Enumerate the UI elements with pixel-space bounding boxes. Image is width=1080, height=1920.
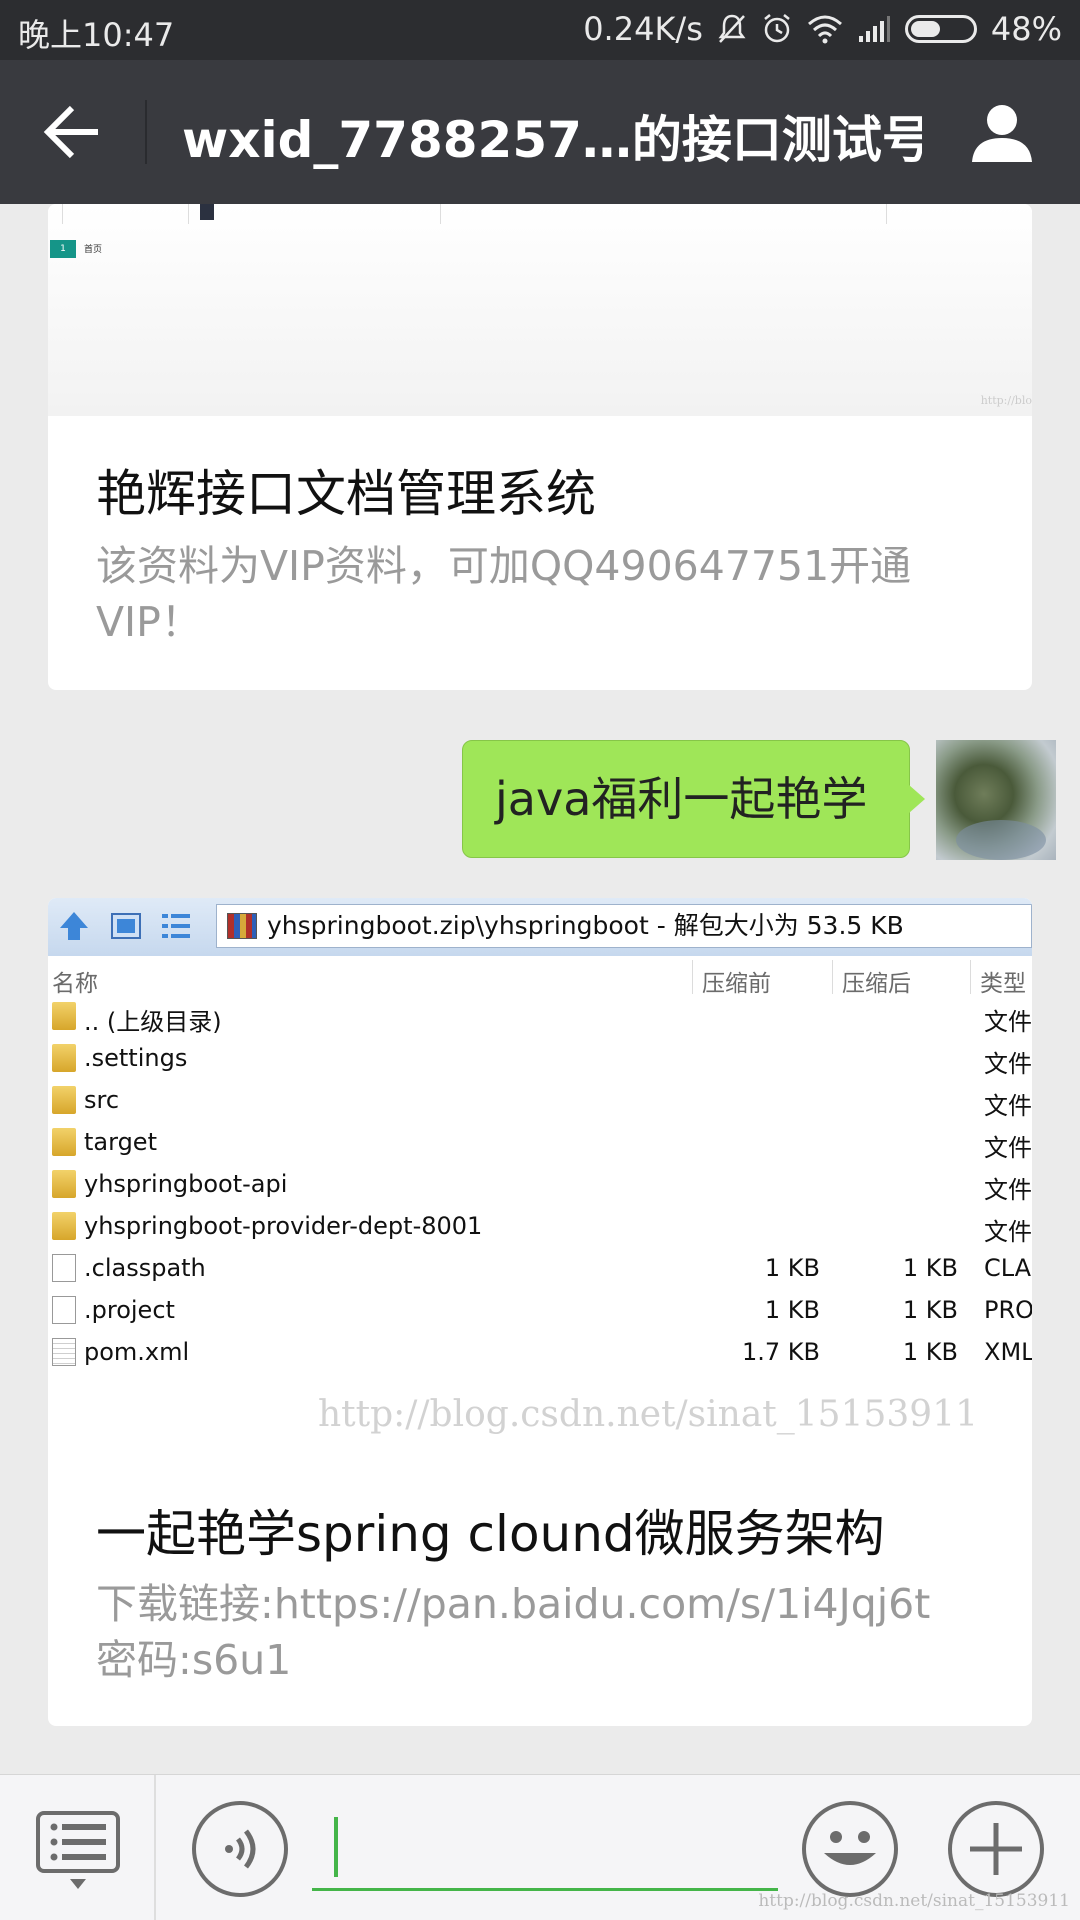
card-preview-image: yhspringboot.zip\yhspringboot - 解包大小为 53… bbox=[48, 898, 1032, 1450]
folder-icon bbox=[52, 1128, 76, 1156]
file-name: .. (上级目录) bbox=[84, 1008, 222, 1036]
size-before: 1.7 KB bbox=[742, 1338, 820, 1366]
input-bar: http://blog.csdn.net/sinat_15153911 bbox=[0, 1774, 1080, 1920]
column-after: 压缩后 bbox=[842, 971, 911, 997]
network-speed: 0.24K/s bbox=[583, 10, 703, 48]
up-arrow-icon bbox=[60, 912, 88, 940]
voice-button[interactable] bbox=[192, 1801, 288, 1897]
zip-path-field: yhspringboot.zip\yhspringboot - 解包大小为 53… bbox=[216, 904, 1032, 948]
file-type: 文件 bbox=[984, 1050, 1032, 1078]
file-name: src bbox=[84, 1086, 120, 1114]
folder-icon bbox=[52, 1212, 76, 1240]
profile-icon[interactable] bbox=[970, 100, 1034, 164]
preview-watermark: http://blo bbox=[980, 394, 1032, 407]
table-row: .classpath 1 KB 1 KB CLAS bbox=[48, 1248, 1032, 1290]
sent-message-bubble[interactable]: java福利一起艳学 bbox=[462, 740, 925, 858]
file-type: CLAS bbox=[984, 1254, 1032, 1282]
folder-icon bbox=[52, 1002, 76, 1030]
file-name: pom.xml bbox=[84, 1338, 190, 1366]
column-name: 名称 bbox=[52, 971, 98, 997]
table-row: .settings 文件 bbox=[48, 1038, 1032, 1080]
list-view-icon bbox=[162, 914, 190, 938]
plus-icon bbox=[970, 1823, 1022, 1875]
zip-path-text: yhspringboot.zip\yhspringboot - 解包大小为 53… bbox=[267, 911, 904, 940]
emoji-button[interactable] bbox=[802, 1801, 898, 1897]
battery-level bbox=[910, 21, 940, 37]
folder-icon bbox=[52, 1086, 76, 1114]
table-row: .project 1 KB 1 KB PRO bbox=[48, 1290, 1032, 1332]
status-bar: 晚上10:47 0.24K/s 48% bbox=[0, 0, 1080, 60]
column-type: 类型 bbox=[980, 971, 1026, 997]
chat-title: wxid_7788257…的接口测试号 bbox=[182, 111, 922, 169]
article-card-1[interactable]: 1 首页 http://blo 艳辉接口文档管理系统 该资料为VIP资料，可加Q… bbox=[48, 204, 1032, 690]
more-button[interactable] bbox=[948, 1801, 1044, 1897]
file-type: 文件 bbox=[984, 1092, 1032, 1120]
card-description: 该资料为VIP资料，可加QQ490647751开通VIP！ bbox=[96, 542, 912, 646]
preview-page-label: 首页 bbox=[84, 245, 103, 255]
size-after: 1 KB bbox=[902, 1254, 958, 1282]
folder-icon bbox=[52, 1044, 76, 1072]
file-name: target bbox=[84, 1128, 157, 1156]
screenshot-watermark: http://blog.csdn.net/sinat_15153911 bbox=[758, 1891, 1070, 1911]
size-before: 1 KB bbox=[764, 1296, 820, 1324]
view-icon bbox=[111, 913, 141, 939]
file-type: 文件 bbox=[984, 1134, 1032, 1162]
back-arrow-icon[interactable] bbox=[40, 102, 104, 162]
card-title: 艳辉接口文档管理系统 bbox=[96, 465, 596, 523]
size-after: 1 KB bbox=[902, 1338, 958, 1366]
card-description: 下载链接:https://pan.baidu.com/s/1i4Jqj6t 密码… bbox=[96, 1580, 931, 1684]
status-time: 晚上10:47 bbox=[18, 16, 175, 54]
mute-bell-icon bbox=[718, 14, 746, 43]
battery-percent: 48% bbox=[990, 10, 1062, 48]
file-type: PRO bbox=[984, 1296, 1032, 1324]
zip-toolbar: yhspringboot.zip\yhspringboot - 解包大小为 53… bbox=[48, 898, 1032, 956]
file-icon bbox=[52, 1254, 76, 1282]
file-type: 文件 bbox=[984, 1176, 1032, 1204]
zip-file-list: .. (上级目录) 文件 .settings 文件 src 文件 target 文件 yhspr… bbox=[48, 996, 1032, 1374]
menu-list-icon[interactable] bbox=[36, 1809, 120, 1893]
battery-icon bbox=[904, 15, 977, 43]
chat-header: wxid_7788257…的接口测试号 bbox=[0, 60, 1080, 204]
table-row: yhspringboot-api 文件 bbox=[48, 1164, 1032, 1206]
table-row: src 文件 bbox=[48, 1080, 1032, 1122]
message-input[interactable] bbox=[312, 1803, 778, 1891]
folder-icon bbox=[52, 1170, 76, 1198]
file-icon bbox=[52, 1338, 76, 1366]
input-divider bbox=[154, 1775, 156, 1920]
file-name: yhspringboot-provider-dept-8001 bbox=[84, 1212, 483, 1240]
table-row: yhspringboot-provider-dept-8001 文件 bbox=[48, 1206, 1032, 1248]
alarm-icon bbox=[764, 14, 790, 43]
table-row: .. (上级目录) 文件 bbox=[48, 996, 1032, 1038]
article-card-2[interactable]: yhspringboot.zip\yhspringboot - 解包大小为 53… bbox=[48, 898, 1032, 1726]
text-cursor bbox=[334, 1817, 338, 1877]
file-type: 文件 bbox=[984, 1218, 1032, 1246]
wifi-icon bbox=[807, 15, 842, 44]
table-row: pom.xml 1.7 KB 1 KB XML bbox=[48, 1332, 1032, 1374]
preview-watermark: http://blog.csdn.net/sinat_15153911 bbox=[318, 1394, 979, 1435]
size-before: 1 KB bbox=[764, 1254, 820, 1282]
signal-icon bbox=[858, 16, 890, 42]
size-after: 1 KB bbox=[902, 1296, 958, 1324]
card-title: 一起艳学spring clound微服务架构 bbox=[96, 1505, 885, 1563]
status-indicators: 0.24K/s 48% bbox=[583, 10, 1062, 48]
file-name: .classpath bbox=[84, 1254, 206, 1282]
avatar[interactable] bbox=[936, 740, 1056, 860]
table-row: target 文件 bbox=[48, 1122, 1032, 1164]
emoji-icon bbox=[824, 1831, 876, 1865]
voice-icon bbox=[225, 1829, 256, 1869]
header-divider bbox=[145, 100, 147, 164]
file-name: yhspringboot-api bbox=[84, 1170, 288, 1198]
file-icon bbox=[52, 1296, 76, 1324]
file-type: 文件 bbox=[984, 1008, 1032, 1036]
file-name: .project bbox=[84, 1296, 175, 1324]
card-preview-image: 1 首页 http://blo bbox=[48, 204, 1032, 416]
zip-archive-icon bbox=[227, 913, 257, 939]
file-name: .settings bbox=[84, 1044, 188, 1072]
column-before: 压缩前 bbox=[702, 971, 771, 997]
file-type: XML bbox=[984, 1338, 1032, 1366]
zip-column-header: 名称 压缩前 压缩后 类型 bbox=[48, 956, 1032, 997]
preview-page-number: 1 bbox=[50, 240, 76, 258]
